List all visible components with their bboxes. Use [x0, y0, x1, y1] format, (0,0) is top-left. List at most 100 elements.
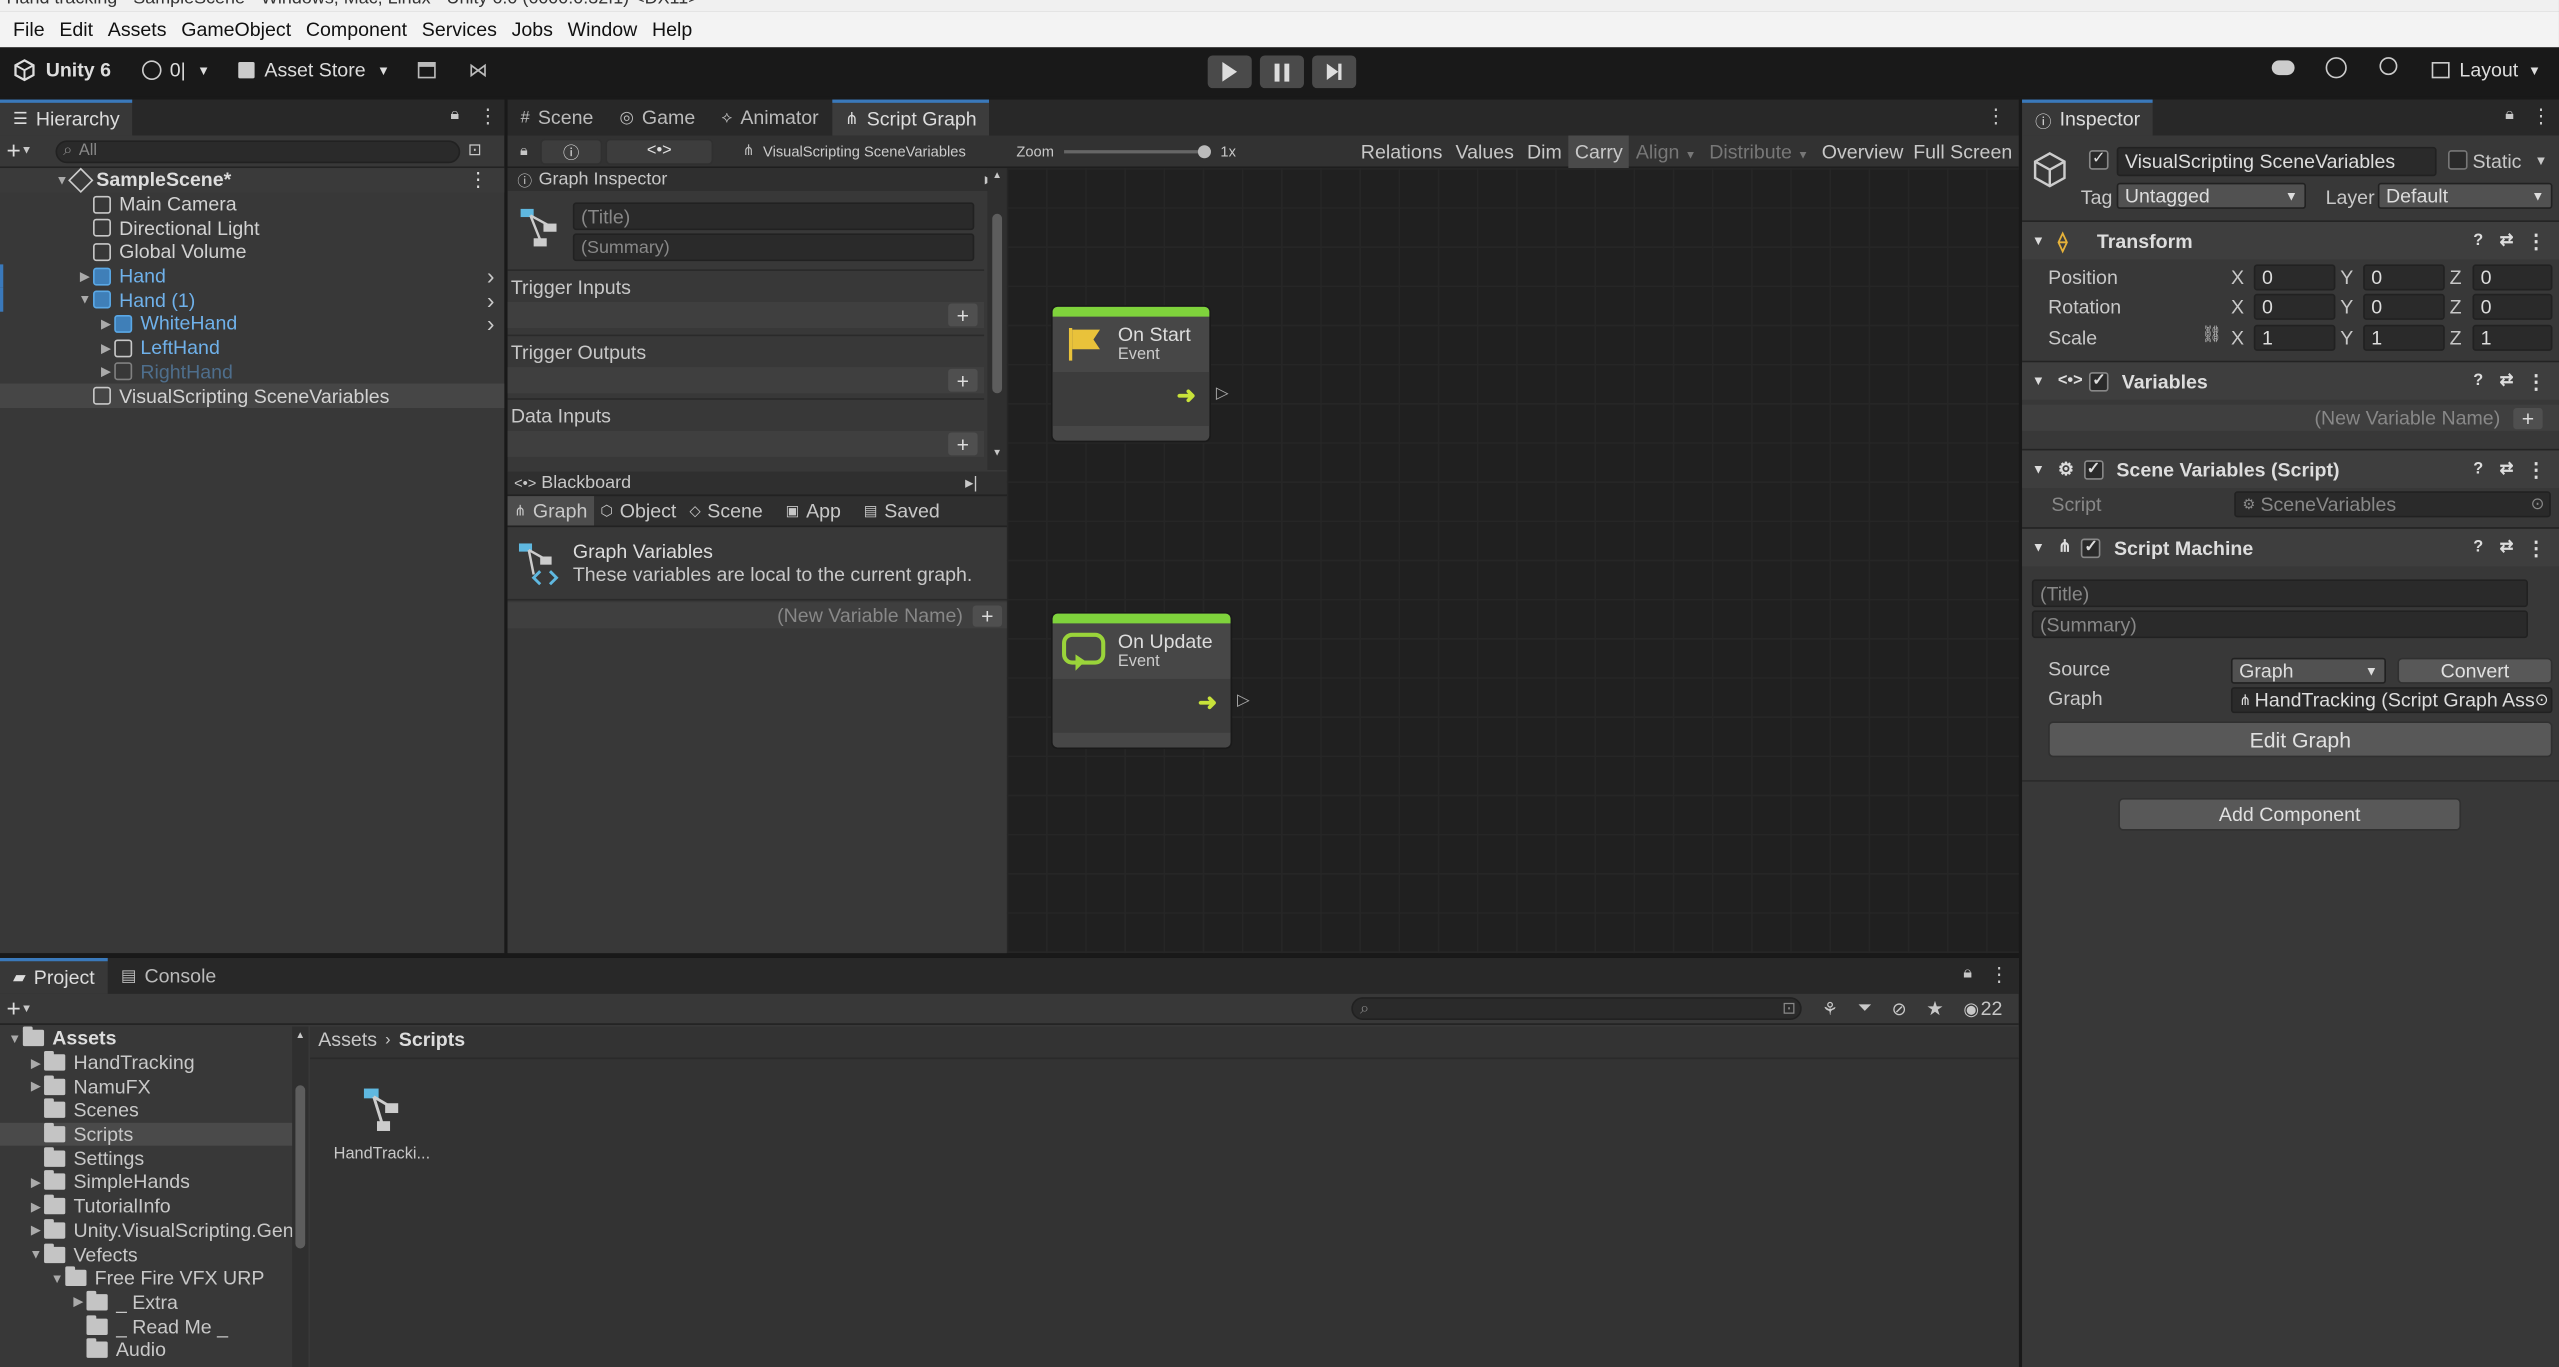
- layout-dropdown[interactable]: Layout ▼: [2431, 59, 2541, 82]
- scene-row[interactable]: ▼ SampleScene* ⋮: [0, 167, 505, 193]
- new-variable-name-input[interactable]: (New Variable Name): [777, 604, 963, 627]
- hierarchy-item[interactable]: ▶ WhiteHand ›: [0, 311, 504, 337]
- tab-animator[interactable]: ⟡ Animator: [708, 100, 831, 136]
- expand-caret-icon[interactable]: ▶: [28, 1079, 44, 1094]
- expand-caret-icon[interactable]: ▶: [28, 1223, 44, 1238]
- chevron-right-icon[interactable]: ›: [487, 263, 495, 289]
- pause-button[interactable]: [1259, 55, 1304, 89]
- project-folder-row[interactable]: Audio: [0, 1338, 294, 1362]
- cloud-icon[interactable]: [2271, 60, 2295, 76]
- expand-caret-icon[interactable]: ▼: [49, 1271, 65, 1286]
- kebab-menu-icon[interactable]: ⋮: [478, 104, 498, 127]
- full-screen-button[interactable]: Full Screen: [1910, 140, 2019, 163]
- variables-toggle[interactable]: <•>: [605, 137, 714, 165]
- kebab-menu-icon[interactable]: ⋮: [2526, 536, 2546, 559]
- expand-caret-icon[interactable]: ▶: [28, 1055, 44, 1070]
- chevron-right-icon[interactable]: ›: [487, 287, 495, 313]
- project-folder-row[interactable]: ▶ TutorialInfo: [0, 1194, 294, 1218]
- chevron-down-icon[interactable]: ▼: [2534, 153, 2547, 168]
- collapse-icon[interactable]: ▼: [2032, 462, 2045, 477]
- pos-z-field[interactable]: 0: [2472, 264, 2553, 291]
- project-folder-row[interactable]: ▼ Free Fire VFX URP: [0, 1266, 294, 1290]
- axis-z-label[interactable]: Z: [2450, 266, 2462, 289]
- machine-summary-input[interactable]: (Summary): [2031, 610, 2528, 639]
- warning-filter-icon[interactable]: ⊘: [1892, 998, 1907, 1020]
- tab-project[interactable]: ▰ Project: [0, 957, 108, 994]
- help-icon[interactable]: ?: [2473, 372, 2483, 390]
- kebab-menu-icon[interactable]: ⋮: [1986, 104, 2006, 127]
- expand-caret-icon[interactable]: ▶: [77, 269, 93, 284]
- expand-caret-icon[interactable]: ▶: [28, 1199, 44, 1214]
- rot-x-field[interactable]: 0: [2253, 293, 2336, 320]
- carry-button[interactable]: Carry: [1568, 134, 1630, 168]
- object-picker-icon[interactable]: ⊙: [2534, 691, 2549, 710]
- breadcrumb-scripts[interactable]: Scripts: [399, 1028, 465, 1051]
- presets-icon[interactable]: ⇄: [2500, 372, 2514, 390]
- asset-store-dropdown[interactable]: Asset Store ▼: [238, 59, 390, 82]
- collapse-icon[interactable]: ▼: [2032, 540, 2045, 555]
- search-by-type-icon[interactable]: ⊡: [1782, 1000, 1796, 1018]
- object-name-input[interactable]: VisualScripting SceneVariables: [2116, 146, 2437, 177]
- distribute-dropdown[interactable]: Distribute ▼: [1703, 140, 1816, 163]
- collapse-icon[interactable]: ▼: [2032, 374, 2045, 389]
- help-icon[interactable]: ?: [2473, 539, 2483, 557]
- values-button[interactable]: Values: [1449, 140, 1521, 163]
- unity-account-button[interactable]: Unity 6: [13, 59, 111, 82]
- add-component-button[interactable]: Add Component: [2118, 798, 2462, 831]
- menu-gameobject[interactable]: GameObject: [181, 18, 291, 41]
- hierarchy-item[interactable]: Main Camera: [0, 192, 504, 216]
- hierarchy-item[interactable]: ▶ RightHand: [0, 360, 504, 384]
- tab-scene[interactable]: # Scene: [508, 100, 607, 136]
- package-manager-icon[interactable]: [417, 62, 436, 79]
- expand-caret-icon[interactable]: ▶: [98, 364, 114, 379]
- dim-button[interactable]: Dim: [1520, 140, 1568, 163]
- expand-caret-icon[interactable]: ▼: [77, 293, 93, 308]
- project-tree-scrollbar[interactable]: ▲: [292, 1026, 309, 1367]
- overview-button[interactable]: Overview: [1815, 140, 1910, 163]
- project-folder-row[interactable]: Scripts: [0, 1122, 294, 1147]
- hierarchy-item[interactable]: ▼ Hand (1) ›: [0, 287, 504, 313]
- axis-x-label[interactable]: X: [2231, 266, 2244, 289]
- project-folder-row[interactable]: Scenes: [0, 1098, 294, 1122]
- transform-header[interactable]: ▼ ⟠ Transform ? ⇄ ⋮: [2022, 220, 2559, 260]
- add-icon[interactable]: +: [7, 995, 21, 1023]
- expand-caret-icon[interactable]: ▼: [7, 1031, 23, 1046]
- blackboard-tab-saved[interactable]: ▤ Saved: [857, 496, 946, 525]
- axis-y-label[interactable]: Y: [2340, 295, 2353, 318]
- inspector-add-variable-button[interactable]: +: [2513, 406, 2543, 430]
- node-on-update[interactable]: On Update Event ➜ ▷: [1052, 613, 1250, 748]
- graph-canvas[interactable]: On Start Event ➜ ▷ On Update Event ➜ ▷: [1006, 168, 2019, 954]
- axis-x-label[interactable]: X: [2231, 326, 2244, 349]
- variables-header[interactable]: ▼ <•> ✓ Variables ? ⇄ ⋮: [2022, 360, 2559, 400]
- scroll-up-icon[interactable]: ▲: [295, 1031, 305, 1041]
- scene-variables-header[interactable]: ▼ ⚙ ✓ Scene Variables (Script) ? ⇄ ⋮: [2022, 448, 2559, 488]
- blackboard-tab-object[interactable]: ⬡ Object: [594, 496, 683, 525]
- favorites-star-icon[interactable]: ★: [1926, 997, 1944, 1020]
- presets-icon[interactable]: ⇄: [2500, 232, 2514, 250]
- project-search-input[interactable]: ⌕ ⊡: [1351, 997, 1803, 1020]
- axis-z-label[interactable]: Z: [2450, 295, 2462, 318]
- project-folder-row[interactable]: ▶ HandTracking: [0, 1050, 294, 1074]
- expand-caret-icon[interactable]: ▶: [98, 341, 114, 356]
- project-folder-row[interactable]: ▶ SimpleHands: [0, 1170, 294, 1194]
- project-folder-row[interactable]: _ Read Me _: [0, 1314, 294, 1338]
- blackboard-tab-scene[interactable]: ◇ Scene: [683, 496, 769, 525]
- kebab-menu-icon[interactable]: ⋮: [2526, 458, 2546, 481]
- zoom-slider[interactable]: [1063, 143, 1211, 159]
- dock-icon[interactable]: ▸|: [965, 474, 977, 492]
- lock-icon[interactable]: 🔒︎: [508, 142, 541, 160]
- version-control-icon[interactable]: ⋈: [468, 59, 488, 82]
- inspector-new-variable-input[interactable]: (New Variable Name): [2314, 406, 2500, 429]
- axis-x-label[interactable]: X: [2231, 295, 2244, 318]
- step-button[interactable]: [1312, 55, 1357, 89]
- expand-caret-icon[interactable]: ▼: [28, 1247, 44, 1262]
- scroll-up-icon[interactable]: ▲: [992, 171, 1002, 181]
- blackboard-tab-graph[interactable]: ⋔ Graph: [507, 496, 594, 526]
- script-object-field[interactable]: ⚙ SceneVariables ⊙: [2234, 491, 2551, 518]
- lock-icon[interactable]: 🔒︎: [2505, 106, 2514, 124]
- visibility-eye-icon[interactable]: ◉: [1963, 998, 1979, 1020]
- menu-services[interactable]: Services: [422, 18, 497, 41]
- search-icon[interactable]: [2379, 57, 2398, 76]
- graph-inspector-scrollbar[interactable]: ▲ ▼: [987, 168, 1007, 471]
- asset-item-handtracking[interactable]: HandTracki...: [323, 1082, 441, 1164]
